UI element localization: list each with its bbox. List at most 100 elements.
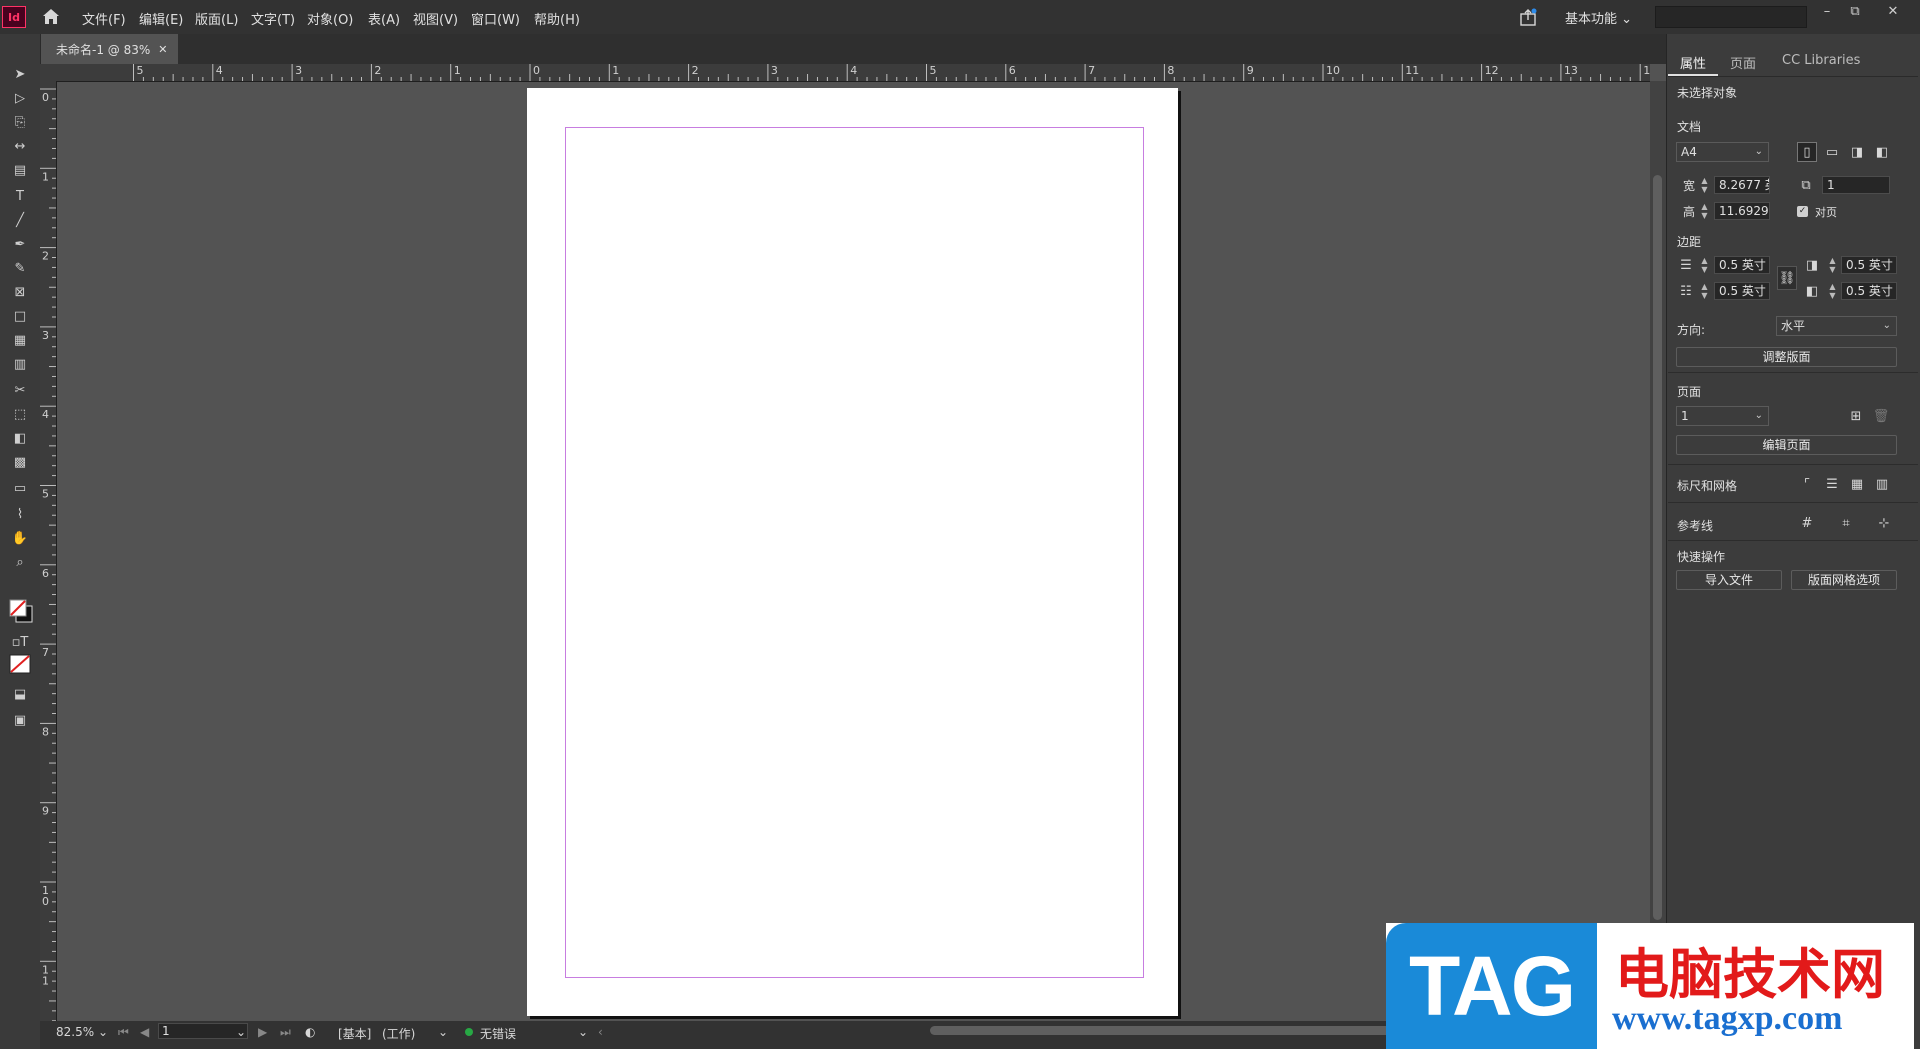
binding-right-icon[interactable]: ◧ [1872,142,1892,162]
baseline-grid-icon[interactable]: ☰ [1822,474,1842,494]
menu-help[interactable]: 帮助(H) [534,9,580,28]
horizontal-scroll-thumb[interactable] [930,1026,1450,1035]
pages-count-field[interactable]: 1 [1822,176,1890,194]
home-icon[interactable] [42,8,60,25]
open-document-icon[interactable]: ◐ [305,1025,315,1039]
document-grid-icon[interactable]: ▦ [1847,474,1867,494]
tab-pages[interactable]: 页面 [1730,53,1756,72]
next-page-icon[interactable]: ▶ [258,1025,267,1039]
menu-layout[interactable]: 版面(L) [195,9,238,28]
gap-tool-icon[interactable]: ↔ [8,136,32,156]
menu-table[interactable]: 表(A) [368,9,400,28]
eyedropper-tool-icon[interactable]: ⌇ [8,504,32,524]
layout-grid-options-button[interactable]: 版面网格选项 [1791,570,1897,590]
scroll-left-icon[interactable]: ‹ [598,1025,603,1039]
portrait-icon[interactable]: ▯ [1797,142,1817,162]
vertical-ruler[interactable]: 01234567891011 [40,81,57,1021]
preflight-mode[interactable]: (工作) [382,1025,415,1042]
close-tab-icon[interactable]: ✕ [158,43,167,56]
content-collector-icon[interactable]: ▤ [8,160,32,180]
pencil-tool-icon[interactable]: ✎ [8,258,32,278]
page-number-field[interactable]: 1 [158,1023,248,1039]
import-file-button[interactable]: 导入文件 [1676,570,1782,590]
table-tool-icon[interactable]: ▦ [8,330,32,350]
page-size-select[interactable]: A4 ⌄ [1676,142,1769,162]
rulers-icon[interactable]: ⌜ [1797,474,1817,494]
zoom-tool-icon[interactable]: ⌕ [8,552,32,572]
orientation-select[interactable]: 水平 ⌄ [1776,316,1897,336]
horizontal-ruler[interactable]: 5432101234567891011121314 [56,64,1650,82]
first-page-icon[interactable]: ⏮ [118,1025,129,1040]
edit-page-button[interactable]: 编辑页面 [1676,435,1897,455]
preflight-status[interactable]: 无错误 [480,1025,516,1042]
menu-view[interactable]: 视图(V) [413,9,458,28]
menu-window[interactable]: 窗口(W) [471,9,520,28]
menu-edit[interactable]: 编辑(E) [139,9,183,28]
restore-button[interactable]: ⧉ [1843,4,1867,20]
adjust-layout-button[interactable]: 调整版面 [1676,347,1897,367]
height-field[interactable]: 11.6929 [1714,202,1770,220]
facing-pages-checkbox[interactable]: ✓ [1797,206,1808,217]
margin-outside-field[interactable]: 0.5 英寸 [1841,282,1897,300]
height-stepper-icon[interactable]: ▲ ▼ [1699,202,1710,220]
link-margins-icon[interactable]: ⛓ [1777,266,1797,290]
minimize-button[interactable]: – [1815,4,1839,20]
vertical-scroll-thumb[interactable] [1653,175,1662,920]
type-tool-icon[interactable]: T [8,186,32,206]
guides-show-icon[interactable]: # [1797,513,1817,533]
tab-cc-libraries[interactable]: CC Libraries [1782,53,1860,68]
page-select[interactable]: 1 ⌄ [1676,406,1769,426]
menu-file[interactable]: 文件(F) [82,9,126,28]
landscape-icon[interactable]: ▭ [1822,142,1842,162]
margin-top-stepper-icon[interactable]: ▲ ▼ [1699,256,1710,274]
line-tool-icon[interactable]: ╱ [8,210,32,230]
menu-type[interactable]: 文字(T) [251,9,295,28]
guides-lock-icon[interactable]: ⌗ [1836,513,1856,533]
delete-page-icon[interactable]: 🗑 [1871,406,1891,426]
gradient-feather-tool-icon[interactable]: ▩ [8,452,32,472]
add-page-icon[interactable]: ⊞ [1846,406,1866,426]
preflight-profile[interactable]: [基本] [338,1025,371,1042]
note-tool-icon[interactable]: ▭ [8,478,32,498]
workspace-switcher[interactable]: 基本功能 ⌄ [1565,8,1632,27]
margin-bottom-field[interactable]: 0.5 英寸 [1714,282,1770,300]
document-tab[interactable]: 未命名-1 @ 83% ✕ [40,34,178,64]
previous-page-icon[interactable]: ◀ [140,1025,149,1039]
rectangle-tool-icon[interactable]: □ [8,306,32,326]
zoom-level[interactable]: 82.5% ⌄ [56,1025,108,1039]
width-stepper-icon[interactable]: ▲ ▼ [1699,176,1710,194]
profile-dropdown-icon[interactable]: ⌄ [438,1025,448,1039]
free-transform-tool-icon[interactable]: ⬚ [8,404,32,424]
rectangle-frame-tool-icon[interactable]: ⊠ [8,282,32,302]
scissors-tool-icon[interactable]: ✂ [8,380,32,400]
layout-grid-icon[interactable]: ▥ [1872,474,1892,494]
pen-tool-icon[interactable]: ✒ [8,234,32,254]
apply-none-icon[interactable] [9,654,31,674]
margin-outside-stepper-icon[interactable]: ▲ ▼ [1827,282,1838,300]
page-dropdown-icon[interactable]: ⌄ [236,1025,246,1039]
gradient-swatch-tool-icon[interactable]: ◧ [8,428,32,448]
margin-top-field[interactable]: 0.5 英寸 [1714,256,1770,274]
smart-guides-icon[interactable]: ⊹ [1874,513,1894,533]
margin-inside-field[interactable]: 0.5 英寸 [1841,256,1897,274]
screen-mode-icon[interactable]: ▣ [8,710,32,730]
selection-tool-icon[interactable]: ➤ [8,64,32,84]
hand-tool-icon[interactable]: ✋ [8,528,32,548]
last-page-icon[interactable]: ⏭ [280,1025,291,1040]
tab-properties[interactable]: 属性 [1680,53,1706,72]
close-window-button[interactable]: ✕ [1881,4,1905,20]
page-tool-icon[interactable]: ⎘ [8,112,32,132]
direct-selection-tool-icon[interactable]: ▷ [8,88,32,108]
formatting-affects-container-icon[interactable]: ▫T [8,632,32,652]
menu-object[interactable]: 对象(O) [307,9,353,28]
column-tool-icon[interactable]: ▥ [8,354,32,374]
margin-bottom-stepper-icon[interactable]: ▲ ▼ [1699,282,1710,300]
binding-left-icon[interactable]: ◨ [1847,142,1867,162]
margin-inside-stepper-icon[interactable]: ▲ ▼ [1827,256,1838,274]
fill-stroke-swatch-icon[interactable] [8,598,34,624]
share-icon[interactable] [1519,8,1537,26]
search-input[interactable] [1655,6,1807,28]
view-mode-icon[interactable]: ⬓ [8,684,32,704]
ruler-origin[interactable] [40,64,56,81]
width-field[interactable]: 8.2677 英 [1714,176,1770,194]
